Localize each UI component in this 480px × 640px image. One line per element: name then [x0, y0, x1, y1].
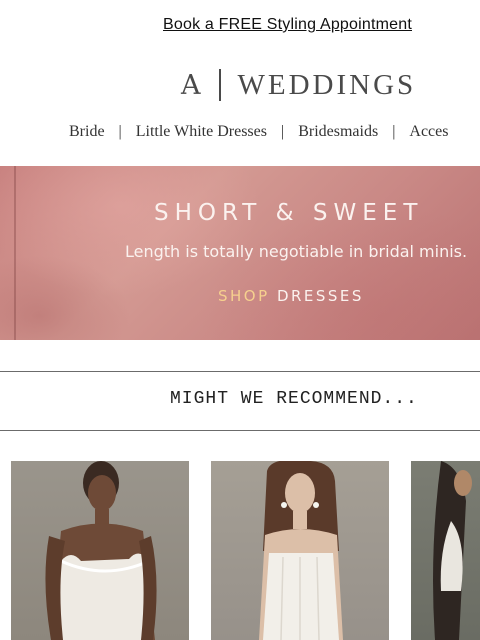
- cta-dresses-label: DRESSES: [276, 287, 364, 305]
- book-styling-appointment-link[interactable]: Book a FREE Styling Appointment: [163, 16, 412, 34]
- product-card-1[interactable]: [11, 461, 189, 640]
- brand-logo[interactable]: A WEDDINGS: [181, 66, 421, 104]
- nav-separator: |: [280, 123, 285, 140]
- hero-banner[interactable]: SHORT & SWEET Length is totally negotiab…: [0, 166, 480, 340]
- cta-shop-label: SHOP: [218, 287, 270, 305]
- nav-item-accessories[interactable]: Acces: [409, 123, 448, 141]
- logo-wordmark: WEDDINGS: [237, 68, 417, 101]
- product-image-slip-dress: [45, 461, 157, 640]
- section-divider-top: [0, 371, 480, 372]
- section-divider-bottom: [0, 430, 480, 431]
- banner-edge-line: [14, 166, 16, 340]
- promo-bar: Book a FREE Styling Appointment: [0, 0, 480, 50]
- nav-item-bride[interactable]: Bride: [69, 123, 105, 141]
- nav-item-little-white-dresses[interactable]: Little White Dresses: [136, 123, 267, 141]
- recommend-heading: MIGHT WE RECOMMEND...: [170, 389, 418, 409]
- main-nav: Bride | Little White Dresses | Bridesmai…: [69, 121, 448, 143]
- nav-separator: |: [392, 123, 396, 140]
- product-image-strapless-dress: [259, 461, 343, 640]
- logo-letter: A: [181, 69, 203, 101]
- banner-title: SHORT & SWEET: [154, 200, 424, 226]
- product-image-dress-cropped: [433, 461, 472, 640]
- shop-dresses-link[interactable]: SHOP DRESSES: [218, 287, 364, 305]
- nav-separator: |: [118, 123, 122, 140]
- product-card-2[interactable]: [211, 461, 389, 640]
- product-card-3[interactable]: [411, 461, 480, 640]
- banner-subtitle: Length is totally negotiable in bridal m…: [125, 242, 468, 261]
- logo-divider: [218, 69, 221, 101]
- nav-item-bridesmaids[interactable]: Bridesmaids: [298, 123, 378, 141]
